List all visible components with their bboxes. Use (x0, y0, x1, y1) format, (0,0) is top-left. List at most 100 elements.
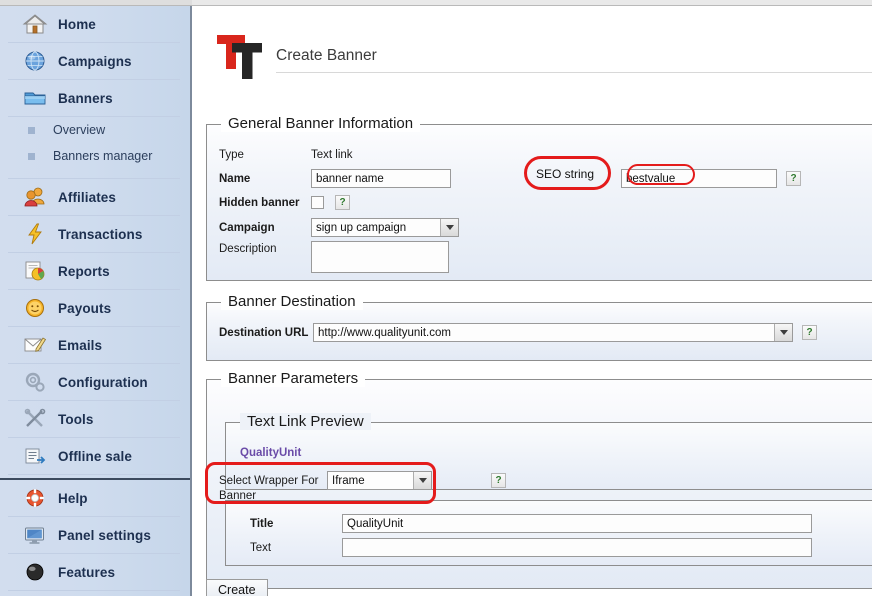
chevron-down-icon[interactable] (413, 472, 431, 489)
tools-icon (22, 406, 48, 432)
banner-fields-section: Title Text (225, 500, 872, 566)
title-label: Title (250, 518, 342, 530)
seo-string-input[interactable] (621, 169, 777, 188)
preview-section-legend: Text Link Preview (240, 413, 371, 430)
name-row: Name (219, 169, 451, 188)
home-icon (22, 11, 48, 37)
banner-parameters-section: Banner Parameters Text Link Preview Qual… (206, 379, 872, 589)
chevron-down-icon[interactable] (774, 324, 792, 341)
campaign-row: Campaign sign up campaign (219, 218, 459, 237)
folder-icon (22, 85, 48, 111)
destination-url-row: Destination URL http://www.qualityunit.c… (219, 323, 817, 342)
type-label: Type (219, 149, 311, 161)
sidebar-item-campaigns[interactable]: Campaigns (8, 43, 180, 80)
users-icon (22, 184, 48, 210)
sidebar-item-offline-sale[interactable]: Offline sale (8, 438, 180, 475)
title-input[interactable] (342, 514, 812, 533)
text-input[interactable] (342, 538, 812, 557)
sidebar-item-label: Configuration (58, 375, 148, 390)
text-label: Text (250, 542, 342, 554)
sidebar-navigation: Home Campaigns (0, 6, 192, 596)
description-label: Description (219, 241, 311, 255)
gears-icon (22, 369, 48, 395)
page-header: Create Banner (194, 6, 872, 86)
campaign-label: Campaign (219, 222, 311, 234)
text-row: Text (250, 538, 812, 557)
seo-string-help-icon[interactable]: ? (786, 171, 801, 186)
header-rule (276, 72, 872, 73)
sidebar-item-features[interactable]: Features (8, 554, 180, 591)
name-input[interactable] (311, 169, 451, 188)
annotation-seo-string-label: SEO string (536, 167, 594, 181)
lifebuoy-icon (22, 485, 48, 511)
destination-section-legend: Banner Destination (221, 293, 363, 310)
sidebar-item-emails[interactable]: Emails (8, 327, 180, 364)
general-banner-information-section: General Banner Information Type Text lin… (206, 124, 872, 281)
globe-icon (22, 48, 48, 74)
title-row: Title (250, 514, 812, 533)
sidebar-item-label: Help (58, 491, 88, 506)
top-strip-left-segment (0, 0, 192, 5)
chart-icon (22, 258, 48, 284)
sidebar-item-banners-manager[interactable]: Banners manager (8, 143, 180, 169)
sidebar-item-reports[interactable]: Reports (8, 253, 180, 290)
description-textarea[interactable] (311, 241, 449, 273)
app-logo (216, 31, 270, 83)
destination-url-help-icon[interactable]: ? (802, 325, 817, 340)
sidebar-item-label: Offline sale (58, 449, 132, 464)
banner-destination-section: Banner Destination Destination URL http:… (206, 302, 872, 361)
sidebar-item-payouts[interactable]: Payouts (8, 290, 180, 327)
monitor-icon (22, 522, 48, 548)
destination-url-input[interactable]: http://www.qualityunit.com (313, 323, 793, 342)
seo-string-row: ? (621, 169, 801, 188)
sidebar-item-home[interactable]: Home (8, 6, 180, 43)
sphere-icon (22, 559, 48, 585)
offline-sale-icon (22, 443, 48, 469)
application-window: Home Campaigns (0, 0, 872, 596)
bullet-icon (28, 127, 35, 134)
sidebar-item-affiliates[interactable]: Affiliates (8, 179, 180, 216)
type-row: Type Text link (219, 149, 353, 161)
description-row: Description (219, 241, 449, 273)
sidebar-group-separator (8, 169, 180, 179)
name-label: Name (219, 173, 311, 185)
campaign-select[interactable]: sign up campaign (311, 218, 459, 237)
sidebar-subitem-label: Overview (53, 123, 105, 137)
hidden-banner-label: Hidden banner (219, 197, 311, 209)
type-value: Text link (311, 149, 353, 161)
create-button[interactable]: Create (206, 579, 268, 596)
sidebar-item-banners[interactable]: Banners (8, 80, 180, 117)
chevron-down-icon[interactable] (440, 219, 458, 236)
main-content: Create Banner General Banner Information… (194, 6, 872, 596)
select-wrapper-row: Select Wrapper For Iframe ? (219, 471, 506, 490)
sidebar-item-label: Campaigns (58, 54, 132, 69)
lightning-icon (22, 221, 48, 247)
sidebar-item-panel-settings[interactable]: Panel settings (8, 517, 180, 554)
sidebar-item-tools[interactable]: Tools (8, 401, 180, 438)
wrapper-select-value: Iframe (332, 475, 365, 487)
destination-url-value: http://www.qualityunit.com (318, 327, 451, 339)
wrapper-select[interactable]: Iframe (327, 471, 432, 490)
sidebar-item-label: Home (58, 17, 96, 32)
envelope-pen-icon (22, 332, 48, 358)
campaign-select-value: sign up campaign (316, 222, 406, 234)
sidebar-item-label: Transactions (58, 227, 142, 242)
sidebar-item-label: Payouts (58, 301, 111, 316)
sidebar-item-transactions[interactable]: Transactions (8, 216, 180, 253)
hidden-banner-help-icon[interactable]: ? (335, 195, 350, 210)
wrapper-help-icon[interactable]: ? (491, 473, 506, 488)
sidebar-item-label: Reports (58, 264, 110, 279)
sidebar-item-help[interactable]: Help (8, 480, 180, 517)
sidebar-item-configuration[interactable]: Configuration (8, 364, 180, 401)
hidden-banner-row: Hidden banner ? (219, 195, 350, 210)
sidebar-item-label: Banners (58, 91, 113, 106)
smiley-coin-icon (22, 295, 48, 321)
sidebar-item-overview[interactable]: Overview (8, 117, 180, 143)
hidden-banner-checkbox[interactable] (311, 196, 324, 209)
sidebar-item-label: Tools (58, 412, 94, 427)
preview-link[interactable]: QualityUnit (240, 447, 301, 459)
select-wrapper-label: Select Wrapper For (219, 475, 327, 487)
page-title: Create Banner (276, 47, 377, 65)
sidebar-item-label: Panel settings (58, 528, 151, 543)
general-section-legend: General Banner Information (221, 115, 420, 132)
